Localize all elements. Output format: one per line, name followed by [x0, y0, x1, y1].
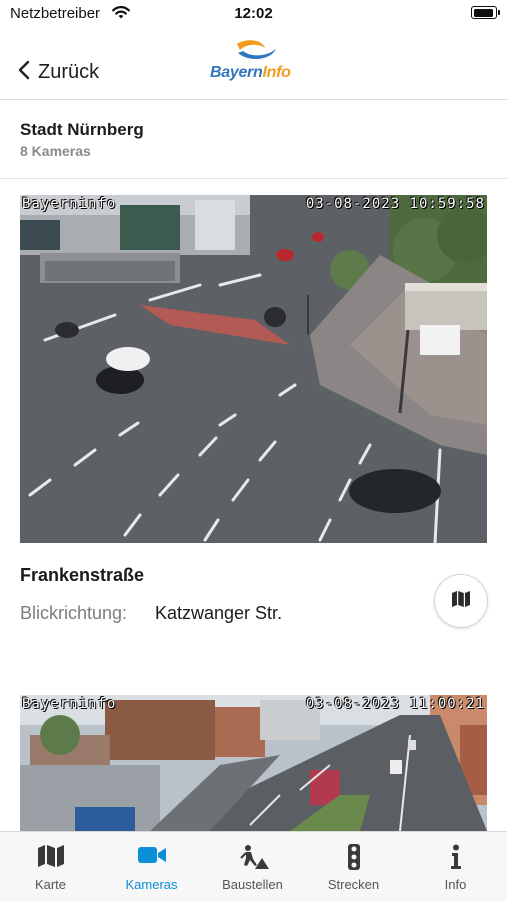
tab-label: Karte [34, 877, 67, 892]
battery-icon [471, 6, 500, 19]
video-camera-icon [101, 844, 202, 870]
show-on-map-button[interactable] [434, 574, 488, 628]
camera-overlay-timestamp: 03-08-2023 10:59:58 [305, 196, 485, 212]
divider [0, 178, 507, 179]
camera-overlay-timestamp: 03-08-2023 11:00:21 [305, 696, 485, 712]
traffic-light-icon [303, 844, 404, 870]
camera-image[interactable]: Bayerninfo 03-08-2023 10:59:58 [20, 195, 487, 543]
chevron-left-icon [18, 60, 30, 85]
camera-view-frankenstrasse [20, 195, 487, 543]
logo-text: BayernInfo [210, 64, 291, 81]
tab-strecken[interactable]: Strecken [303, 832, 404, 901]
direction-value: Katzwanger Str. [155, 603, 283, 623]
tab-karte[interactable]: Karte [0, 832, 101, 901]
tab-label: Strecken [327, 877, 380, 892]
bayerninfo-logo: BayernInfo [210, 39, 302, 89]
tab-label: Info [444, 877, 467, 892]
tab-kameras[interactable]: Kameras [101, 832, 202, 901]
back-button[interactable]: Zurück [18, 60, 99, 85]
camera-name: Frankenstraße [20, 565, 145, 585]
construction-worker-icon [202, 844, 303, 870]
camera-overlay-brand: Bayerninfo [22, 696, 117, 712]
camera-count: 8 Kameras [20, 143, 91, 159]
tab-baustellen[interactable]: Baustellen [202, 832, 303, 901]
info-icon [405, 844, 506, 870]
camera-overlay-brand: Bayerninfo [22, 196, 117, 212]
direction-label: Blickrichtung: [20, 603, 128, 623]
navigation-bar: Zurück BayernInfo [0, 26, 507, 100]
camera-view-second [20, 695, 487, 831]
tab-bar: Karte Kameras Baustellen Strecken Info [0, 831, 507, 901]
map-icon [451, 590, 471, 613]
status-bar: Netzbetreiber 12:02 [0, 0, 507, 26]
city-title: Stadt Nürnberg [20, 120, 144, 139]
back-label: Zurück [38, 61, 100, 83]
tab-label: Baustellen [222, 877, 283, 892]
tab-label: Kameras [125, 877, 178, 892]
camera-image[interactable]: Bayerninfo 03-08-2023 11:00:21 [20, 695, 487, 831]
clock: 12:02 [234, 5, 273, 22]
tab-info[interactable]: Info [405, 832, 506, 901]
map-icon [0, 844, 101, 870]
